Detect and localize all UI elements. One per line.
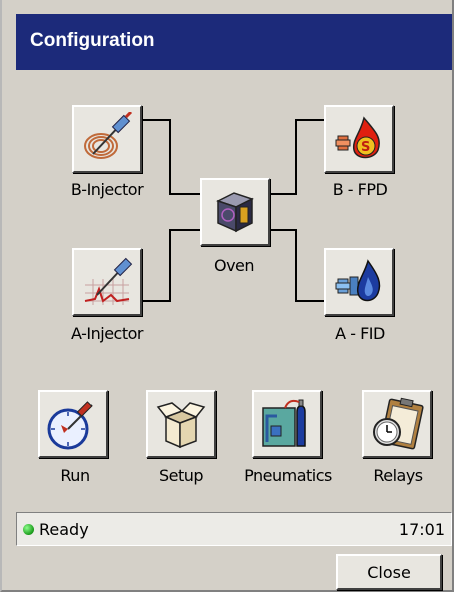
configuration-window: Configuration B-Injector A-Injector Oven… — [0, 0, 454, 592]
flame-ionization-detector-icon — [335, 259, 381, 302]
setup-button[interactable] — [146, 390, 216, 458]
flame-photometric-detector-icon: S — [335, 116, 380, 159]
a-injector-button[interactable] — [72, 248, 142, 316]
open-box-icon — [156, 402, 206, 449]
oven-cube-icon — [216, 192, 254, 233]
close-button[interactable]: Close — [336, 554, 442, 590]
b-injector-button[interactable] — [72, 105, 142, 173]
clipboard-clock-icon — [373, 397, 424, 450]
syringe-coil-icon — [84, 112, 133, 159]
b-fpd-button[interactable]: S — [324, 105, 394, 173]
status-time: 17:01 — [398, 520, 445, 539]
pneumatics-button[interactable] — [252, 390, 322, 458]
run-gauge-icon — [47, 401, 93, 450]
gas-cylinder-icon — [262, 399, 306, 447]
setup-label: Setup — [158, 466, 204, 485]
b-fpd-label: B - FPD — [332, 180, 388, 199]
relays-button[interactable] — [362, 390, 432, 458]
status-bar: Ready 17:01 — [16, 512, 452, 546]
svg-text:S: S — [361, 140, 370, 155]
a-fid-label: A - FID — [335, 324, 385, 343]
a-injector-label: A-Injector — [71, 324, 143, 343]
syringe-chart-icon — [84, 257, 133, 305]
a-fid-button[interactable] — [324, 248, 394, 316]
run-button[interactable] — [38, 390, 108, 458]
b-injector-label: B-Injector — [70, 180, 144, 199]
status-text: Ready — [39, 520, 89, 539]
oven-label: Oven — [213, 256, 255, 275]
relays-label: Relays — [373, 466, 423, 485]
pneumatics-label: Pneumatics — [244, 466, 332, 485]
oven-button[interactable] — [200, 178, 270, 246]
status-indicator-icon — [23, 524, 34, 535]
run-label: Run — [60, 466, 90, 485]
